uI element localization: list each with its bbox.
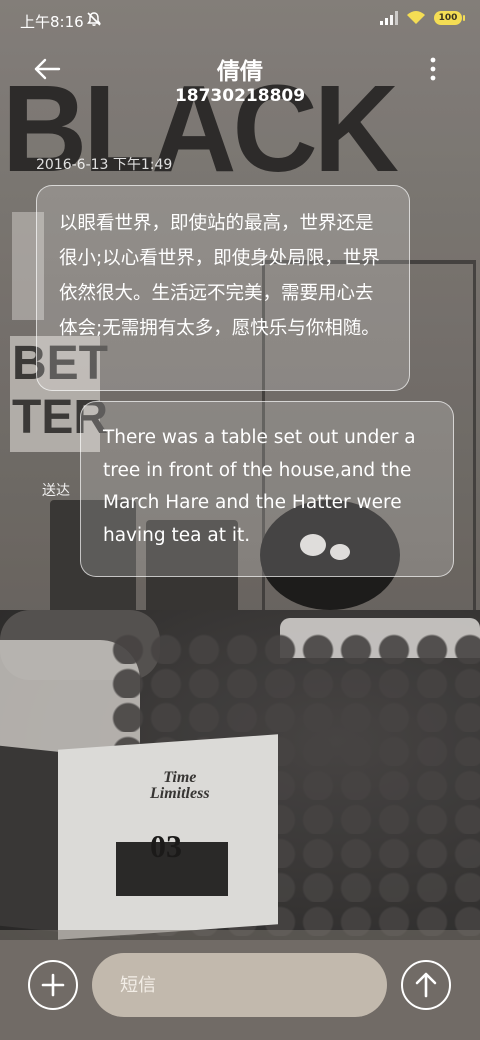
message-text: There was a table set out under a tree i… <box>103 427 416 546</box>
more-options-button[interactable] <box>420 54 446 84</box>
message-text: 以眼看世界，即使站的最高，世界还是很小;以心看世界，即使身处局限，世界依然很大。… <box>59 213 380 339</box>
message-timestamp: 2016-6-13 下午1:49 <box>36 157 173 173</box>
contact-name: 倩倩 <box>217 59 263 85</box>
delivery-status: 送达 <box>42 483 70 499</box>
contact-number: 18730218809 <box>174 86 306 106</box>
battery-icon: 100 <box>434 10 465 25</box>
sent-message-bubble[interactable]: There was a table set out under a tree i… <box>80 401 454 577</box>
send-button[interactable] <box>401 960 451 1010</box>
status-bar: 上午8:16 100 <box>0 0 480 40</box>
received-message-bubble[interactable]: 以眼看世界，即使站的最高，世界还是很小;以心看世界，即使身处局限，世界依然很大。… <box>36 185 410 391</box>
plus-icon <box>30 962 76 1008</box>
status-time: 上午8:16 <box>20 13 84 31</box>
add-attachment-button[interactable] <box>28 960 78 1010</box>
send-arrow-icon <box>403 962 449 1008</box>
bell-muted-icon <box>86 11 102 27</box>
signal-icon <box>380 10 398 25</box>
sms-input[interactable] <box>92 953 387 1017</box>
more-vert-icon <box>420 54 446 84</box>
wifi-icon <box>406 10 426 25</box>
